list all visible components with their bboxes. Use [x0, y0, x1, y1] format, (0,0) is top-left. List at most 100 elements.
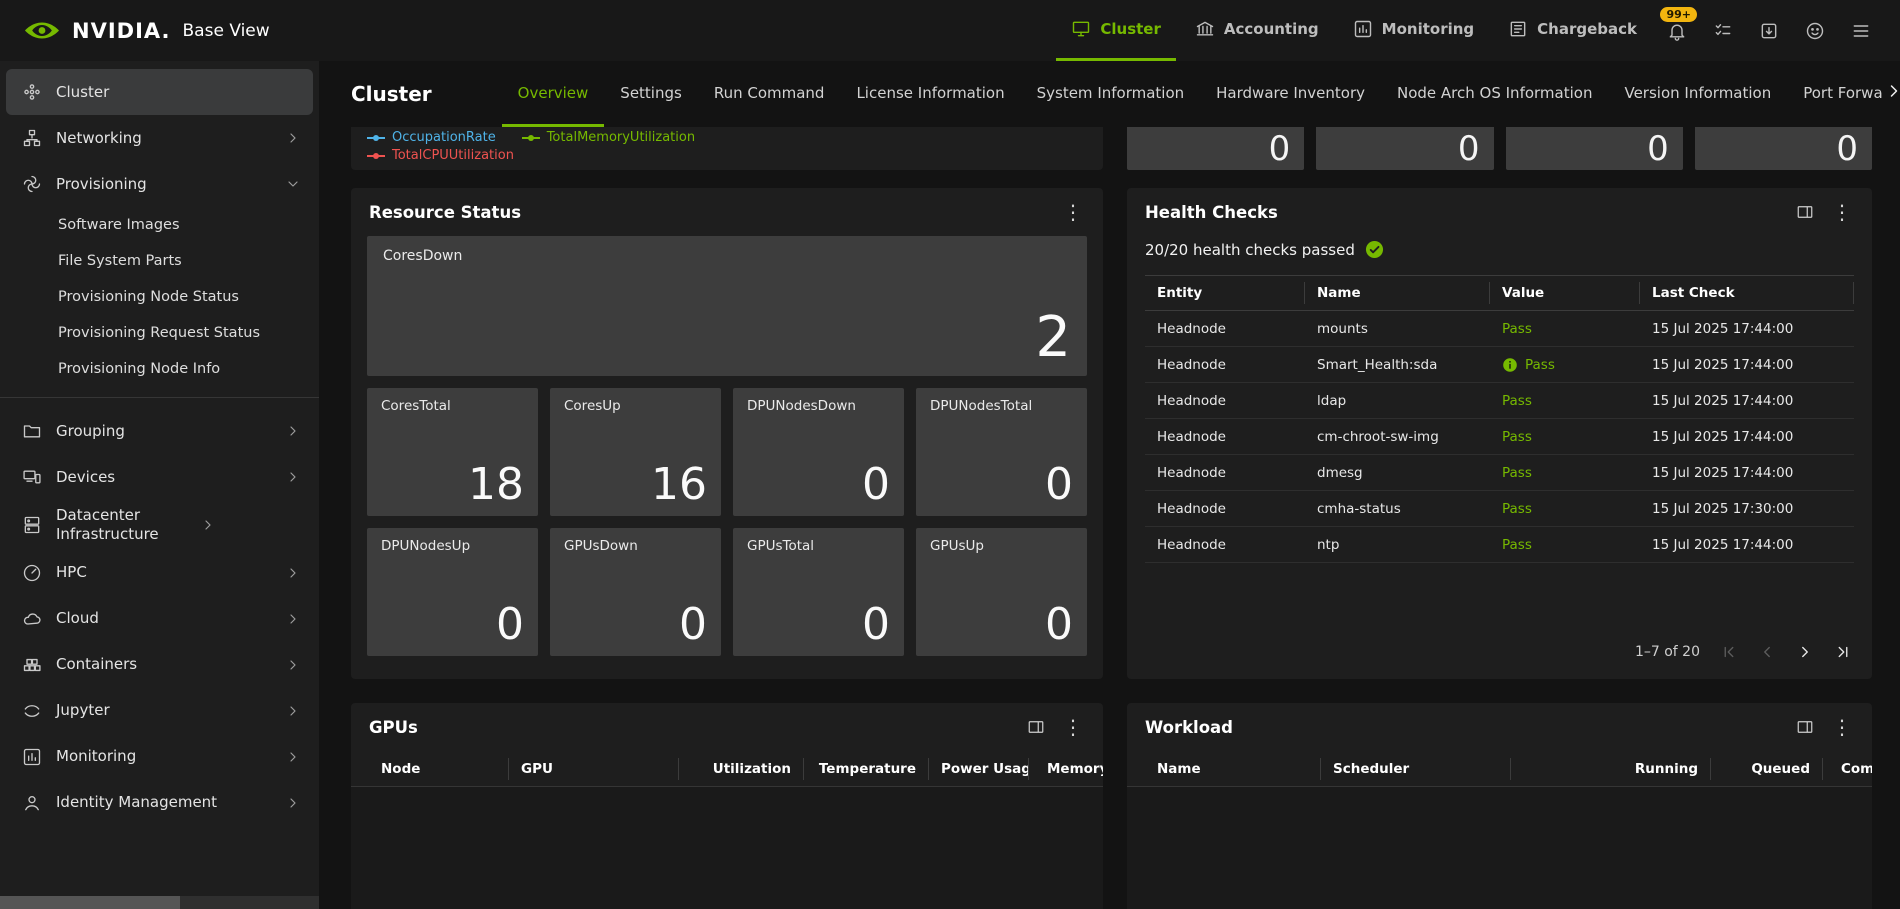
table-row[interactable]: Headnode ntp Pass 15 Jul 2025 17:44:00 — [1145, 527, 1854, 563]
chevron-right-icon — [285, 749, 301, 765]
split-view-icon[interactable] — [1027, 718, 1045, 736]
sidebar-item-provisioning[interactable]: Provisioning — [6, 161, 313, 207]
legend-occupation-rate[interactable]: OccupationRate — [367, 130, 496, 145]
person-icon — [22, 793, 42, 813]
sidebar-item-containers[interactable]: Containers — [6, 642, 313, 688]
main-content: Cluster Overview Settings Run Command Li… — [319, 61, 1900, 909]
nvidia-logo-icon — [24, 18, 60, 43]
split-view-icon[interactable] — [1796, 203, 1814, 221]
download-tray-icon — [1759, 21, 1779, 41]
sidebar-item-networking[interactable]: Networking — [6, 115, 313, 161]
sidebar-item-label: Monitoring — [56, 747, 271, 766]
brand-name: NVIDIA. — [72, 19, 171, 43]
tab-run-command[interactable]: Run Command — [698, 61, 841, 127]
menu-button[interactable] — [1840, 0, 1882, 61]
cell-name: cm-chroot-sw-img — [1305, 429, 1490, 445]
table-row[interactable]: Headnode Smart_Health:sda Pass 15 Jul 20… — [1145, 347, 1854, 383]
topnav-monitoring[interactable]: Monitoring — [1338, 0, 1489, 61]
tab-settings[interactable]: Settings — [604, 61, 698, 127]
notifications-button[interactable]: 99+ — [1656, 0, 1698, 61]
tab-port-forwarding[interactable]: Port Forwa — [1787, 61, 1898, 127]
topbar: NVIDIA. Base View Cluster Accounting Mon… — [0, 0, 1900, 61]
kebab-menu-icon[interactable]: ⋮ — [1061, 717, 1085, 737]
tab-overview[interactable]: Overview — [502, 61, 605, 127]
topnav-chargeback[interactable]: Chargeback — [1493, 0, 1652, 61]
table-row[interactable]: Headnode cmha-status Pass 15 Jul 2025 17… — [1145, 491, 1854, 527]
column-header-last-check: Last Check — [1640, 282, 1854, 304]
legend-label: TotalMemoryUtilization — [547, 130, 695, 145]
sidebar-item-identity-management[interactable]: Identity Management — [6, 780, 313, 826]
stat-tile: 0 — [1506, 127, 1683, 170]
column-header-queued: Queued — [1711, 758, 1823, 780]
legend-total-cpu-utilization[interactable]: TotalCPUUtilization — [367, 148, 514, 163]
cell-name: dmesg — [1305, 465, 1490, 481]
tab-version-information[interactable]: Version Information — [1608, 61, 1787, 127]
table-row[interactable]: Headnode cm-chroot-sw-img Pass 15 Jul 20… — [1145, 419, 1854, 455]
table-row[interactable]: Headnode ldap Pass 15 Jul 2025 17:44:00 — [1145, 383, 1854, 419]
sidebar-item-hpc[interactable]: HPC — [6, 550, 313, 596]
cell-entity: Headnode — [1145, 501, 1305, 517]
stat-label: CoresDown — [383, 248, 1071, 264]
kebab-menu-icon[interactable]: ⋮ — [1061, 202, 1085, 222]
account-button[interactable] — [1794, 0, 1836, 61]
tab-system-information[interactable]: System Information — [1021, 61, 1201, 127]
split-view-icon[interactable] — [1796, 718, 1814, 736]
cell-last-check: 15 Jul 2025 17:44:00 — [1640, 537, 1854, 553]
horizontal-scrollbar[interactable] — [0, 896, 319, 909]
sidebar-item-cluster[interactable]: Cluster — [6, 69, 313, 115]
cluster-icon — [22, 82, 42, 102]
boxes-icon — [22, 655, 42, 675]
first-page-icon — [1720, 643, 1738, 661]
kebab-menu-icon[interactable]: ⋮ — [1830, 717, 1854, 737]
sidebar-item-devices[interactable]: Devices — [6, 454, 313, 500]
scrollbar-thumb[interactable] — [0, 896, 180, 909]
column-header-power-usage: Power Usage — [929, 758, 1029, 780]
tab-hardware-inventory[interactable]: Hardware Inventory — [1200, 61, 1381, 127]
downloads-button[interactable] — [1748, 0, 1790, 61]
health-summary: 20/20 health checks passed — [1127, 236, 1872, 275]
cell-value: Pass — [1490, 429, 1640, 445]
chevron-right-icon — [285, 657, 301, 673]
table-row[interactable]: Headnode dmesg Pass 15 Jul 2025 17:44:00 — [1145, 455, 1854, 491]
stat-label: DPUNodesDown — [747, 398, 890, 414]
kebab-menu-icon[interactable]: ⋮ — [1830, 202, 1854, 222]
cell-last-check: 15 Jul 2025 17:44:00 — [1640, 357, 1854, 373]
folder-icon — [22, 421, 42, 441]
next-page-icon[interactable] — [1796, 643, 1814, 661]
tasks-button[interactable] — [1702, 0, 1744, 61]
sidebar-item-jupyter[interactable]: Jupyter — [6, 688, 313, 734]
tab-license-information[interactable]: License Information — [840, 61, 1020, 127]
stat-value: 0 — [1045, 464, 1073, 506]
sidebar-subitem-file-system-parts[interactable]: File System Parts — [0, 243, 319, 279]
tab-node-arch-os-information[interactable]: Node Arch OS Information — [1381, 61, 1608, 127]
stat-value: 16 — [651, 464, 707, 506]
sidebar-item-grouping[interactable]: Grouping — [6, 408, 313, 454]
notification-badge: 99+ — [1660, 7, 1697, 22]
network-icon — [22, 128, 42, 148]
topnav-cluster[interactable]: Cluster — [1056, 0, 1176, 61]
last-page-icon[interactable] — [1834, 643, 1852, 661]
card-header: Workload ⋮ — [1127, 703, 1872, 751]
stat-value: 0 — [862, 464, 890, 506]
sidebar-subitem-provisioning-request-status[interactable]: Provisioning Request Status — [0, 315, 319, 351]
topnav-label: Cluster — [1100, 20, 1161, 38]
workload-table-header: Name Scheduler Running Queued Com — [1127, 751, 1872, 787]
sidebar-item-monitoring[interactable]: Monitoring — [6, 734, 313, 780]
sidebar-item-label: Containers — [56, 655, 271, 674]
utilization-chart-card: OccupationRate TotalMemoryUtilization To… — [351, 127, 1103, 170]
table-row[interactable]: Headnode mounts Pass 15 Jul 2025 17:44:0… — [1145, 311, 1854, 347]
sidebar-item-cloud[interactable]: Cloud — [6, 596, 313, 642]
resource-status-body: CoresDown 2 CoresTotal 18 CoresUp 16 — [351, 236, 1103, 670]
sidebar-subitem-software-images[interactable]: Software Images — [0, 207, 319, 243]
sidebar-item-datacenter-infrastructure[interactable]: Datacenter Infrastructure — [6, 500, 313, 550]
sidebar-item-label: Provisioning — [56, 175, 271, 194]
topnav-accounting[interactable]: Accounting — [1180, 0, 1334, 61]
stat-tile-cores-total: CoresTotal 18 — [367, 388, 538, 516]
legend-total-memory-utilization[interactable]: TotalMemoryUtilization — [522, 130, 695, 145]
sidebar-item-label: Cloud — [56, 609, 271, 628]
sidebar-subitem-provisioning-node-status[interactable]: Provisioning Node Status — [0, 279, 319, 315]
page-title: Cluster — [351, 82, 432, 106]
column-header-gpu: GPU — [509, 758, 679, 780]
sidebar-subitem-provisioning-node-info[interactable]: Provisioning Node Info — [0, 351, 319, 387]
tabs-scroll-right-button[interactable] — [1884, 81, 1900, 105]
